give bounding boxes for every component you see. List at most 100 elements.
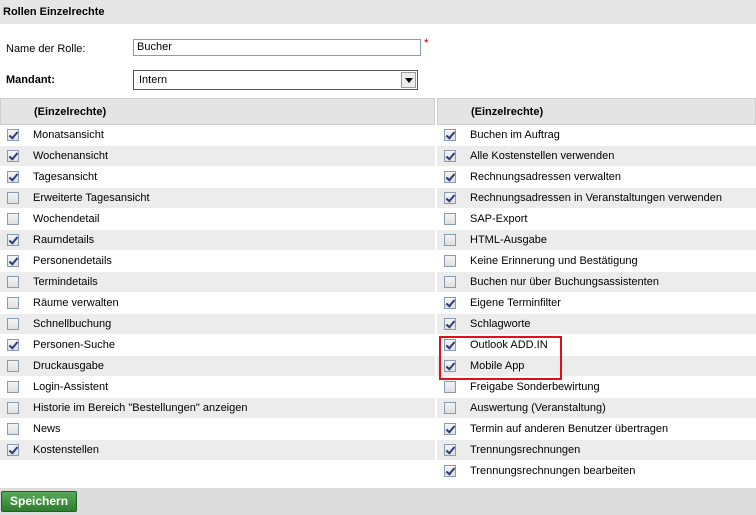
permission-row: Buchen im Auftrag: [437, 125, 756, 146]
permission-row: Termindetails: [0, 272, 435, 293]
permission-row: Trennungsrechnungen: [437, 440, 756, 461]
permission-checkbox[interactable]: [444, 339, 456, 351]
permission-label: SAP-Export: [470, 213, 528, 225]
permission-checkbox[interactable]: [7, 297, 19, 309]
permission-label: Rechnungsadressen in Veranstaltungen ver…: [470, 192, 722, 204]
permission-checkbox[interactable]: [7, 129, 19, 141]
column-header: (Einzelrechte): [0, 98, 435, 125]
permission-label: Schlagworte: [470, 318, 531, 330]
permission-label: Räume verwalten: [33, 297, 119, 309]
column-header: (Einzelrechte): [437, 98, 756, 125]
permission-label: Trennungsrechnungen bearbeiten: [470, 465, 636, 477]
permission-checkbox[interactable]: [7, 318, 19, 330]
permission-label: Outlook ADD.IN: [470, 339, 548, 351]
permission-label: Kostenstellen: [33, 444, 100, 456]
permission-checkbox[interactable]: [7, 150, 19, 162]
permission-label: Raumdetails: [33, 234, 95, 246]
permission-row: Personendetails: [0, 251, 435, 272]
rights-column-right: (Einzelrechte) Buchen im Auftrag Alle Kos…: [437, 98, 756, 482]
permission-checkbox[interactable]: [7, 213, 19, 225]
permission-checkbox[interactable]: [444, 255, 456, 267]
required-marker: *: [424, 36, 429, 50]
permission-checkbox[interactable]: [7, 444, 19, 456]
permission-label: Termindetails: [33, 276, 98, 288]
mandant-row: Mandant: Intern: [0, 70, 756, 92]
permission-label: Schnellbuchung: [33, 318, 112, 330]
permission-label: HTML-Ausgabe: [470, 234, 548, 246]
permission-checkbox[interactable]: [7, 339, 19, 351]
permission-row: Wochenansicht: [0, 146, 435, 167]
permission-checkbox[interactable]: [444, 318, 456, 330]
permission-checkbox[interactable]: [444, 150, 456, 162]
rights-column-left: (Einzelrechte) Monatsansicht Wochenansich…: [0, 98, 435, 461]
permission-label: Mobile App: [470, 360, 525, 372]
permission-label: Monatsansicht: [33, 129, 104, 141]
permission-row: Erweiterte Tagesansicht: [0, 188, 435, 209]
permission-row: Raumdetails: [0, 230, 435, 251]
permission-checkbox[interactable]: [7, 423, 19, 435]
permission-checkbox[interactable]: [444, 129, 456, 141]
permission-label: Eigene Terminfilter: [470, 297, 561, 309]
permission-row: News: [0, 419, 435, 440]
save-button[interactable]: Speichern: [1, 491, 78, 512]
page-title: Rollen Einzelrechte: [0, 0, 756, 24]
permission-label: Alle Kostenstellen verwenden: [470, 150, 615, 162]
permission-row: Termin auf anderen Benutzer übertragen: [437, 419, 756, 440]
chevron-down-icon[interactable]: [401, 72, 416, 88]
permission-checkbox[interactable]: [7, 171, 19, 183]
permission-checkbox[interactable]: [444, 444, 456, 456]
permission-row: SAP-Export: [437, 209, 756, 230]
permission-checkbox[interactable]: [444, 213, 456, 225]
permission-label: Wochenansicht: [33, 150, 109, 162]
permission-checkbox[interactable]: [7, 255, 19, 267]
mandant-select[interactable]: Intern: [133, 70, 418, 90]
permission-label: Buchen nur über Buchungsassistenten: [470, 276, 659, 288]
mandant-select-value: Intern: [139, 74, 168, 86]
permission-row: Keine Erinnerung und Bestätigung: [437, 251, 756, 272]
permission-label: Erweiterte Tagesansicht: [33, 192, 150, 204]
permission-row: Tagesansicht: [0, 167, 435, 188]
permission-checkbox[interactable]: [7, 381, 19, 393]
permission-row: Outlook ADD.IN: [437, 335, 756, 356]
permission-row: Auswertung (Veranstaltung): [437, 398, 756, 419]
permission-row: Schnellbuchung: [0, 314, 435, 335]
permission-checkbox[interactable]: [7, 234, 19, 246]
permission-checkbox[interactable]: [444, 234, 456, 246]
permission-checkbox[interactable]: [7, 360, 19, 372]
permission-checkbox[interactable]: [444, 360, 456, 372]
permission-checkbox[interactable]: [444, 171, 456, 183]
permission-checkbox[interactable]: [444, 297, 456, 309]
permission-checkbox[interactable]: [444, 381, 456, 393]
permission-row: Eigene Terminfilter: [437, 293, 756, 314]
permission-checkbox[interactable]: [7, 276, 19, 288]
permission-label: Personendetails: [33, 255, 112, 267]
permission-checkbox[interactable]: [7, 192, 19, 204]
permission-row: Personen-Suche: [0, 335, 435, 356]
role-name-input[interactable]: Bucher: [133, 39, 421, 56]
permission-row: Kostenstellen: [0, 440, 435, 461]
permission-row: Rechnungsadressen in Veranstaltungen ver…: [437, 188, 756, 209]
permission-checkbox[interactable]: [444, 465, 456, 477]
permission-row: Monatsansicht: [0, 125, 435, 146]
permission-checkbox[interactable]: [444, 423, 456, 435]
footer-bar: Speichern: [0, 488, 756, 515]
permission-label: Personen-Suche: [33, 339, 115, 351]
permission-label: Historie im Bereich "Bestellungen" anzei…: [33, 402, 248, 414]
mandant-label: Mandant:: [6, 74, 55, 86]
permission-label: Termin auf anderen Benutzer übertragen: [470, 423, 669, 435]
permission-checkbox[interactable]: [444, 402, 456, 414]
permission-label: Tagesansicht: [33, 171, 98, 183]
permission-label: Auswertung (Veranstaltung): [470, 402, 606, 414]
permission-checkbox[interactable]: [444, 192, 456, 204]
permission-row: Historie im Bereich "Bestellungen" anzei…: [0, 398, 435, 419]
permission-row: Buchen nur über Buchungsassistenten: [437, 272, 756, 293]
permission-label: Buchen im Auftrag: [470, 129, 560, 141]
permission-label: News: [33, 423, 61, 435]
permission-label: Keine Erinnerung und Bestätigung: [470, 255, 638, 267]
permission-label: Druckausgabe: [33, 360, 104, 372]
permission-row: Trennungsrechnungen bearbeiten: [437, 461, 756, 482]
permission-checkbox[interactable]: [444, 276, 456, 288]
permission-row: Login-Assistent: [0, 377, 435, 398]
permission-checkbox[interactable]: [7, 402, 19, 414]
permission-label: Trennungsrechnungen: [470, 444, 581, 456]
